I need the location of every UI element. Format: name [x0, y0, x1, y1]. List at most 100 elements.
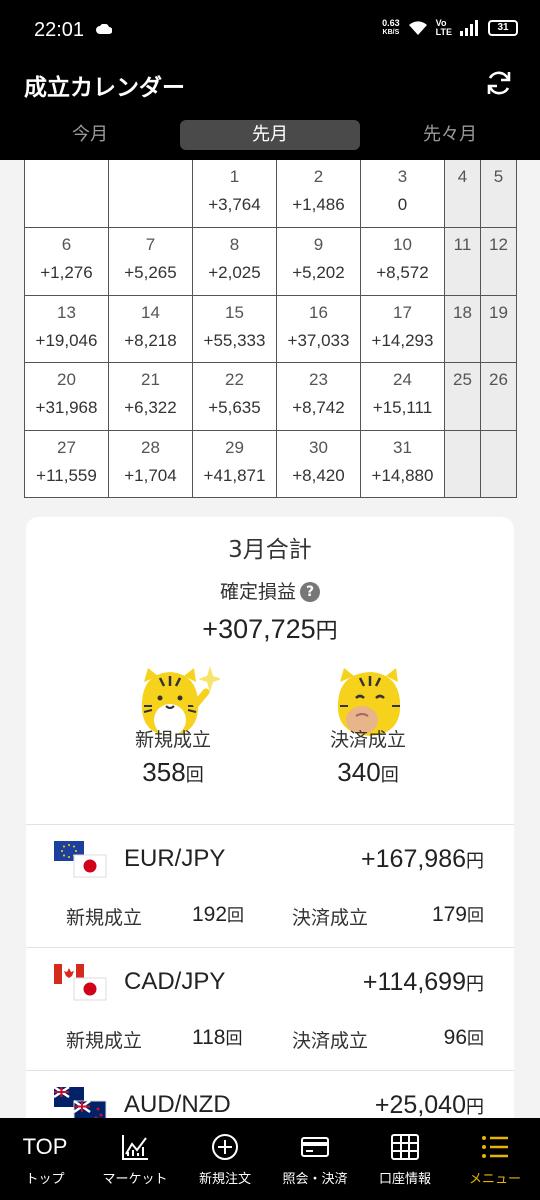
calendar-day-cell[interactable]: 31 +14,880	[360, 429, 445, 499]
calendar-day-cell[interactable]: 7 +5,265	[108, 227, 193, 296]
calendar-day-number: 27	[57, 437, 76, 457]
closed-trades-label: 決済成立	[329, 729, 406, 751]
app-header: 成立カレンダー 今月 先月 先々月	[0, 62, 540, 160]
wifi-icon	[408, 21, 427, 35]
volte-bottom: LTE	[435, 27, 452, 37]
calendar-day-cell[interactable]: 22 +5,635	[192, 362, 277, 431]
bottom-nav: TOP トップ マーケット 新規注文 照会・決済 口座情報 メニュー	[0, 1118, 540, 1200]
calendar-day-cell[interactable]: 19	[480, 294, 517, 364]
calendar-day-amount: +31,968	[35, 398, 98, 418]
calendar-day-number: 5	[493, 167, 504, 186]
calendar-day-cell[interactable]: 16 +37,033	[276, 294, 361, 364]
nav-account-info[interactable]: 口座情報	[360, 1118, 450, 1200]
calendar-day-cell[interactable]: 17 +14,293	[360, 294, 445, 364]
calendar-day-cell[interactable]: 21 +6,322	[108, 362, 193, 431]
menu-icon	[482, 1136, 508, 1158]
calendar-day-amount: +2,025	[208, 263, 261, 283]
calendar-day-amount: +3,764	[208, 195, 261, 214]
calendar-day-cell[interactable]: 30 +8,420	[276, 429, 361, 499]
calendar-day-amount: +1,276	[40, 263, 93, 283]
calendar-day-amount: +1,486	[292, 195, 345, 214]
tab-month-before-last[interactable]: 先々月	[400, 120, 500, 150]
calendar-day-number: 20	[57, 370, 76, 390]
calendar-day-amount: +41,871	[203, 465, 266, 485]
profit-label: 確定損益	[219, 581, 296, 603]
calendar-day-amount: +8,218	[124, 330, 177, 350]
calendar-day-number: 19	[489, 302, 508, 322]
signal-icon	[460, 20, 478, 36]
calendar-day-cell[interactable]: 26	[480, 362, 517, 431]
calendar-day-amount: +55,333	[203, 330, 266, 350]
pair-close-count: 179回	[432, 901, 484, 927]
calendar-day-amount: +14,293	[371, 330, 434, 350]
calendar-day-amount: +5,202	[292, 263, 345, 283]
pair-row-eur-jpy[interactable]: EUR/JPY +167,986円 新規成立 192回 決済成立 179回	[26, 825, 514, 947]
calendar-day-number: 2	[313, 167, 324, 186]
calendar-day-amount: +6,322	[124, 398, 177, 418]
nav-menu[interactable]: メニュー	[450, 1118, 540, 1200]
calendar-day-number: 14	[141, 302, 160, 322]
calendar-day-cell	[480, 429, 517, 499]
refresh-icon[interactable]	[484, 68, 514, 98]
calendar-day-amount: +8,420	[292, 465, 345, 485]
calendar-day-cell[interactable]: 6 +1,276	[24, 227, 109, 296]
eur-jpy-flags-icon	[54, 841, 107, 878]
calendar-day-cell[interactable]: 28 +1,704	[108, 429, 193, 499]
calendar-day-amount: +14,880	[371, 465, 434, 485]
pair-close-count-value: 179	[431, 903, 467, 926]
calendar-day-number: 31	[393, 437, 412, 457]
nav-top[interactable]: TOP トップ	[0, 1118, 90, 1200]
calendar-day-cell[interactable]: 23 +8,742	[276, 362, 361, 431]
calendar-day-cell[interactable]: 9 +5,202	[276, 227, 361, 296]
calendar-day-number: 26	[489, 370, 508, 390]
tab-last-month[interactable]: 先月	[180, 120, 360, 150]
calendar-day-cell[interactable]: 2 +1,486	[276, 160, 361, 229]
calendar-day-cell[interactable]: 20 +31,968	[24, 362, 109, 431]
help-icon[interactable]: ?	[300, 582, 320, 602]
pair-new-count-unit: 回	[225, 1029, 243, 1049]
pair-name: CAD/JPY	[124, 968, 226, 995]
calendar-day-cell[interactable]: 27 +11,559	[24, 429, 109, 499]
calendar-day-cell[interactable]: 4	[444, 160, 481, 229]
pair-profit: +167,986円	[361, 845, 484, 874]
calendar-day-number: 22	[225, 370, 244, 390]
tab-this-month[interactable]: 今月	[40, 120, 140, 150]
calendar-day-cell[interactable]: 8 +2,025	[192, 227, 277, 296]
status-indicators: 0.63 KB/S Vo LTE 31	[382, 18, 518, 38]
calendar-day-amount: +37,033	[287, 330, 350, 350]
calendar-day-amount: +15,111	[372, 398, 433, 418]
calendar-day-cell[interactable]: 25	[444, 362, 481, 431]
nav-label: トップ	[25, 1172, 65, 1187]
calendar-day-cell	[108, 160, 193, 229]
pair-profit-value: +25,040	[374, 1091, 466, 1119]
calendar-day-cell[interactable]: 1 +3,764	[192, 160, 277, 229]
calendar-day-cell[interactable]: 10 +8,572	[360, 227, 445, 296]
calendar-day-cell[interactable]: 5	[480, 160, 517, 229]
calendar-day-number: 28	[141, 437, 160, 457]
calendar-day-cell[interactable]: 15 +55,333	[192, 294, 277, 364]
calendar-day-cell[interactable]: 14 +8,218	[108, 294, 193, 364]
calendar-day-cell[interactable]: 30	[360, 160, 445, 229]
month-tabs: 今月 先月 先々月	[0, 120, 540, 152]
nav-new-order[interactable]: 新規注文	[180, 1118, 270, 1200]
calendar-day-cell[interactable]: 11	[444, 227, 481, 296]
calendar-day-amount: +8,572	[376, 263, 429, 283]
calendar-week: 27 +11,559 28 +1,704 29 +41,871 30 +8,420 31 +14,…	[24, 429, 517, 499]
nav-market[interactable]: マーケット	[90, 1118, 180, 1200]
calendar-day-number: 12	[489, 235, 508, 255]
calendar-day-number: 25	[453, 370, 472, 390]
calendar-day-cell[interactable]: 29 +41,871	[192, 429, 277, 499]
calendar-day-cell[interactable]: 13 +19,046	[24, 294, 109, 364]
pair-close-count: 96回	[444, 1024, 484, 1050]
calendar-day-cell[interactable]: 24 +15,111	[360, 362, 445, 431]
calendar-day-number: 23	[309, 370, 328, 390]
calendar-day-number: 11	[453, 235, 472, 255]
calendar-day-number: 1	[229, 167, 240, 186]
plus-circle-icon	[212, 1134, 238, 1160]
status-time: 22:01	[34, 19, 85, 41]
calendar-week: 6 +1,276 7 +5,265 8 +2,025 9 +5,202 10 +8,572 11 12	[24, 227, 517, 296]
calendar-day-cell[interactable]: 18	[444, 294, 481, 364]
calendar-day-cell[interactable]: 12	[480, 227, 517, 296]
pair-row-cad-jpy[interactable]: CAD/JPY +114,699円 新規成立 118回 決済成立 96回	[26, 948, 514, 1070]
nav-inquiry-settlement[interactable]: 照会・決済	[270, 1118, 360, 1200]
